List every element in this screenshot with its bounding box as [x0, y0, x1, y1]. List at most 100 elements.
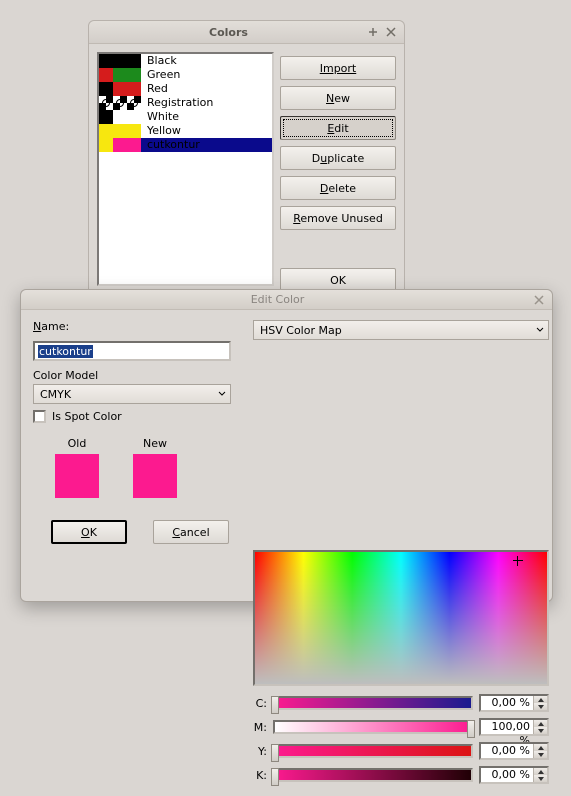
slider-thumb[interactable] [271, 744, 279, 762]
colors-title: Colors [95, 26, 362, 39]
list-item-label: Green [141, 68, 180, 81]
list-item[interactable]: Green [99, 68, 272, 82]
list-item-label: cutkontur [141, 138, 200, 151]
channel-value: 100,00 % [481, 720, 533, 734]
color-swatch [99, 82, 113, 96]
channel-value: 0,00 % [481, 744, 533, 758]
channel-slider-y[interactable] [273, 744, 473, 758]
channel-value: 0,00 % [481, 768, 533, 782]
name-input[interactable]: cutkontur [33, 341, 231, 361]
spinner-up-icon[interactable] [533, 696, 547, 703]
new-button[interactable]: New [280, 86, 396, 110]
old-color-block: Old [55, 437, 99, 498]
color-swatch [113, 68, 127, 82]
color-map-select[interactable]: HSV Color Map [253, 320, 549, 340]
list-item[interactable]: Black [99, 54, 272, 68]
color-swatch [127, 68, 141, 82]
spinner-up-icon[interactable] [533, 744, 547, 751]
is-spot-checkbox[interactable] [33, 410, 46, 423]
spinner-down-icon[interactable] [533, 751, 547, 758]
spinner-up-icon[interactable] [533, 768, 547, 775]
color-swatch [127, 82, 141, 96]
color-swatch [127, 96, 141, 110]
color-swatch [99, 96, 113, 110]
new-color-block: New [133, 437, 177, 498]
channel-row-m: M: 100,00 % [253, 718, 549, 736]
spinner-down-icon[interactable] [533, 703, 547, 710]
color-swatch [127, 54, 141, 68]
cancel-button[interactable]: Cancel [153, 520, 229, 544]
close-icon[interactable] [384, 25, 398, 39]
list-item-label: White [141, 110, 179, 123]
chevron-down-icon [218, 390, 226, 398]
edit-color-titlebar: Edit Color [21, 290, 552, 310]
channel-slider-c[interactable] [273, 696, 473, 710]
ok-button[interactable]: OK [51, 520, 127, 544]
color-swatch [127, 138, 141, 152]
color-model-select[interactable]: CMYK [33, 384, 231, 404]
close-icon[interactable] [532, 293, 546, 307]
color-swatch [99, 124, 113, 138]
list-item[interactable]: cutkontur [99, 138, 272, 152]
channel-spinner-k[interactable]: 0,00 % [479, 766, 549, 784]
color-swatch [113, 82, 127, 96]
hsv-color-map[interactable] [253, 550, 549, 686]
duplicate-button[interactable]: Duplicate [280, 146, 396, 170]
slider-thumb[interactable] [467, 720, 475, 738]
new-color-label: New [133, 437, 177, 450]
list-item-label: Yellow [141, 124, 181, 137]
color-swatch [99, 138, 113, 152]
channel-slider-m[interactable] [273, 720, 473, 734]
delete-button[interactable]: Delete [280, 176, 396, 200]
spinner-up-icon[interactable] [533, 720, 547, 727]
color-model-label: Color Model [33, 369, 243, 382]
old-color-label: Old [55, 437, 99, 450]
colors-window: Colors BlackGreenRedRegistrationWhiteYel… [88, 20, 405, 295]
list-item-label: Red [141, 82, 168, 95]
color-swatch [99, 110, 113, 124]
edit-color-title: Edit Color [27, 293, 528, 306]
color-swatch [127, 110, 141, 124]
spinner-down-icon[interactable] [533, 727, 547, 734]
color-swatch [113, 138, 127, 152]
old-color-swatch [55, 454, 99, 498]
channel-value: 0,00 % [481, 696, 533, 710]
channel-spinner-y[interactable]: 0,00 % [479, 742, 549, 760]
list-item[interactable]: Registration [99, 96, 272, 110]
slider-thumb[interactable] [271, 696, 279, 714]
channel-spinner-c[interactable]: 0,00 % [479, 694, 549, 712]
edit-button[interactable]: Edit [280, 116, 396, 140]
color-swatch [127, 124, 141, 138]
list-item-label: Registration [141, 96, 213, 109]
channel-label: Y: [253, 745, 267, 758]
channel-label: M: [253, 721, 267, 734]
color-swatch [113, 54, 127, 68]
color-swatch [113, 96, 127, 110]
import-button[interactable]: Import [280, 56, 396, 80]
list-item[interactable]: White [99, 110, 272, 124]
list-item-label: Black [141, 54, 177, 67]
channel-slider-k[interactable] [273, 768, 473, 782]
channel-row-y: Y: 0,00 % [253, 742, 549, 760]
color-swatch [99, 68, 113, 82]
button-column: Import New Edit Duplicate Delete Remove … [280, 52, 396, 286]
color-list[interactable]: BlackGreenRedRegistrationWhiteYellowcutk… [97, 52, 274, 286]
list-item[interactable]: Red [99, 82, 272, 96]
channel-label: K: [253, 769, 267, 782]
channel-row-c: C:0,00 % [253, 694, 549, 712]
edit-color-window: Edit Color Name: cutkontur Color Model C… [20, 289, 553, 602]
color-swatch [113, 110, 127, 124]
channel-spinner-m[interactable]: 100,00 % [479, 718, 549, 736]
slider-thumb[interactable] [271, 768, 279, 786]
spinner-down-icon[interactable] [533, 775, 547, 782]
color-swatch [113, 124, 127, 138]
channel-row-k: K: 0,00 % [253, 766, 549, 784]
color-swatch [99, 54, 113, 68]
hsv-cursor[interactable] [513, 556, 523, 566]
remove-unused-button[interactable]: Remove Unused [280, 206, 396, 230]
new-color-swatch [133, 454, 177, 498]
plus-icon[interactable] [366, 25, 380, 39]
list-item[interactable]: Yellow [99, 124, 272, 138]
name-label: Name: [33, 320, 243, 333]
chevron-down-icon [536, 326, 544, 334]
